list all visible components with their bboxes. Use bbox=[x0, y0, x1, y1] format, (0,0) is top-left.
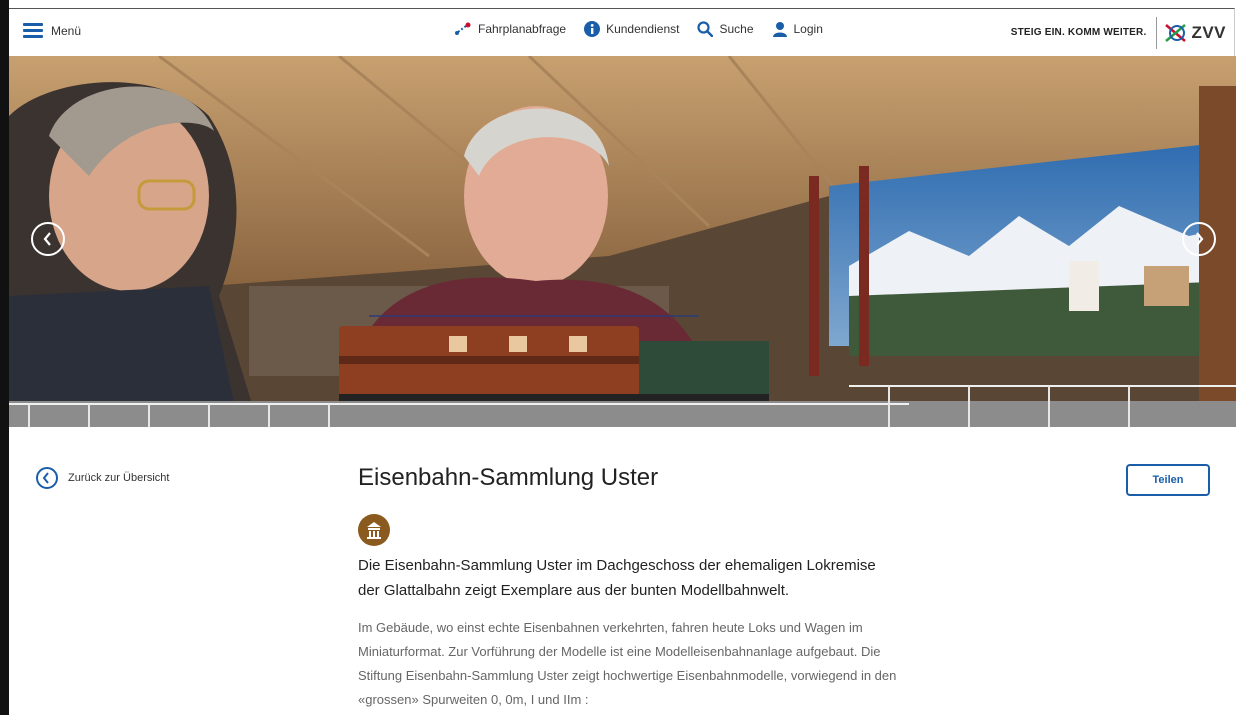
menu-button[interactable]: Menü bbox=[23, 23, 81, 38]
nav-label: Kundendienst bbox=[606, 22, 680, 36]
nav-label: Login bbox=[793, 22, 823, 36]
carousel-prev-button[interactable] bbox=[31, 222, 65, 256]
search-icon bbox=[697, 21, 714, 37]
zvv-logo-mark-icon bbox=[1165, 24, 1187, 42]
hero-carousel bbox=[9, 56, 1236, 427]
hamburger-icon bbox=[23, 23, 43, 38]
nav-suche[interactable]: Suche bbox=[697, 21, 754, 37]
museum-icon bbox=[358, 514, 390, 546]
chevron-left-icon bbox=[43, 232, 51, 246]
menu-label: Menü bbox=[51, 23, 82, 38]
logo-text: ZVV bbox=[1191, 23, 1226, 42]
page-title: Eisenbahn-Sammlung Uster bbox=[358, 464, 659, 491]
main-nav: Fahrplanabfrage Kundendienst Suche Login bbox=[454, 21, 823, 37]
nav-kundendienst[interactable]: Kundendienst bbox=[584, 21, 679, 37]
nav-login[interactable]: Login bbox=[772, 21, 823, 37]
lead-paragraph: Die Eisenbahn-Sammlung Uster im Dachgesc… bbox=[358, 557, 876, 599]
back-to-overview-link[interactable]: Zurück zur Übersicht bbox=[36, 467, 169, 489]
nav-label: Suche bbox=[719, 22, 754, 36]
nav-fahrplanabfrage[interactable]: Fahrplanabfrage bbox=[454, 22, 566, 36]
carousel-next-button[interactable] bbox=[1182, 222, 1216, 256]
share-button[interactable]: Teilen bbox=[1126, 464, 1210, 496]
user-icon bbox=[772, 22, 787, 37]
nav-label: Fahrplanabfrage bbox=[478, 22, 567, 36]
slogan: STEIG EIN. KOMM WEITER. bbox=[1011, 17, 1158, 49]
chevron-left-circle-icon bbox=[36, 467, 58, 489]
info-icon bbox=[584, 21, 601, 37]
chevron-right-icon bbox=[1196, 232, 1204, 246]
brand-area: STEIG EIN. KOMM WEITER. ZVV bbox=[1011, 17, 1226, 49]
back-label: Zurück zur Übersicht bbox=[68, 472, 170, 484]
zvv-logo[interactable]: ZVV bbox=[1157, 21, 1226, 45]
body-paragraph: Im Gebäude, wo einst echte Eisenbahnen v… bbox=[358, 620, 897, 707]
route-icon bbox=[455, 22, 471, 35]
hero-image bbox=[9, 56, 1236, 427]
top-navigation-bar: Menü Fahrplanabfrage Kundendienst Suche … bbox=[9, 8, 1235, 56]
